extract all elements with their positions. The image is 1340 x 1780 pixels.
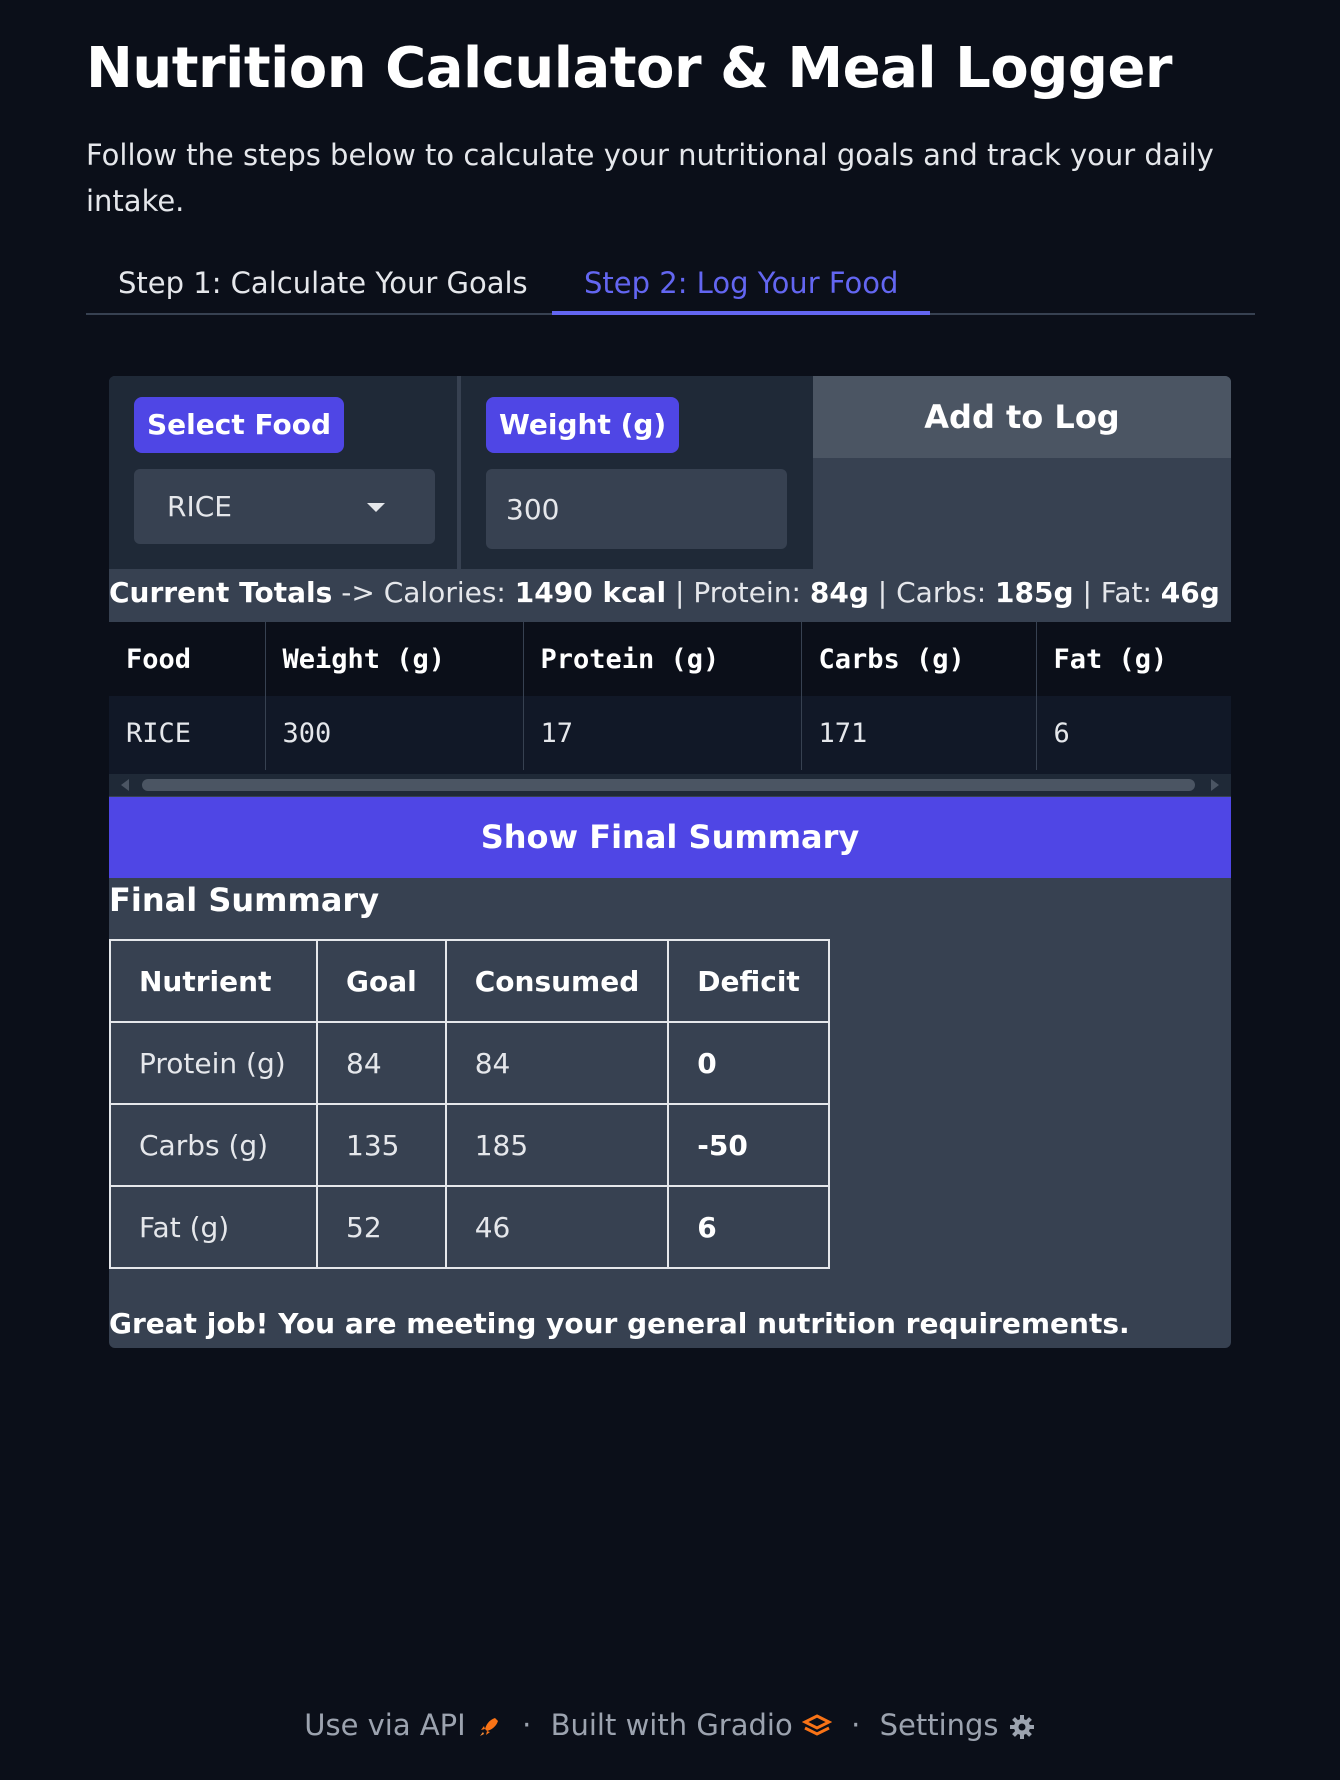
scrollbar-thumb[interactable] xyxy=(142,779,1195,791)
column-header[interactable]: Weight (g) xyxy=(265,622,524,696)
final-summary-heading: Final Summary xyxy=(109,881,380,919)
totals-carbs: 185g xyxy=(995,576,1074,609)
column-header: Nutrient xyxy=(109,939,318,1023)
table-cell: -50 xyxy=(667,1103,830,1187)
tab-calculate-goals[interactable]: Step 1: Calculate Your Goals xyxy=(118,258,528,315)
final-summary-table: Nutrient Goal Consumed Deficit Protein (… xyxy=(109,939,830,1269)
page-title: Nutrition Calculator & Meal Logger xyxy=(86,36,1173,101)
food-select-block: Select Food RICE xyxy=(109,376,459,569)
table-cell: Protein (g) xyxy=(109,1021,318,1105)
built-with-gradio-label: Built with Gradio xyxy=(550,1708,793,1742)
weight-input[interactable] xyxy=(486,469,787,549)
gradio-logo-icon xyxy=(801,1714,832,1736)
gear-icon xyxy=(1009,1715,1034,1739)
page: Nutrition Calculator & Meal Logger Follo… xyxy=(0,0,1340,1780)
totals-fat-label: | Fat: xyxy=(1073,576,1161,609)
column-header: Consumed xyxy=(444,939,670,1023)
rocket-icon xyxy=(479,1718,498,1736)
totals-prefix: Current Totals xyxy=(109,576,333,609)
table-cell[interactable]: RICE xyxy=(109,696,266,770)
use-via-api-label: Use via API xyxy=(304,1708,466,1742)
column-header[interactable]: Fat (g) xyxy=(1036,622,1231,696)
table-cell: 46 xyxy=(444,1185,670,1269)
built-with-gradio-link[interactable]: Built with Gradio xyxy=(551,1708,842,1742)
table-cell: Carbs (g) xyxy=(109,1103,318,1187)
scroll-left-icon[interactable] xyxy=(121,779,129,791)
summary-message: Great job! You are meeting your general … xyxy=(109,1307,1130,1340)
food-log-table-wrapper: Food Weight (g) Protein (g) Carbs (g) Fa… xyxy=(109,622,1231,774)
food-log-table: Food Weight (g) Protein (g) Carbs (g) Fa… xyxy=(109,622,1231,770)
table-cell: 84 xyxy=(444,1021,670,1105)
scroll-right-icon[interactable] xyxy=(1211,779,1219,791)
page-subtitle: Follow the steps below to calculate your… xyxy=(86,138,1214,218)
column-header: Goal xyxy=(316,939,447,1023)
table-row: RICE 300 17 171 6 xyxy=(109,696,1231,770)
weight-block: Weight (g) xyxy=(461,376,813,569)
footer-separator: · xyxy=(851,1708,861,1742)
horizontal-scrollbar[interactable] xyxy=(109,774,1231,796)
table-header-row: Nutrient Goal Consumed Deficit xyxy=(109,939,830,1023)
totals-fat: 46g xyxy=(1160,576,1220,609)
chevron-down-icon xyxy=(367,503,385,512)
table-cell: 6 xyxy=(667,1185,830,1269)
footer: Use via API · Built with Gradio · Settin… xyxy=(0,1708,1340,1742)
table-header-row: Food Weight (g) Protein (g) Carbs (g) Fa… xyxy=(109,622,1231,696)
tab-log-food[interactable]: Step 2: Log Your Food xyxy=(552,258,931,315)
column-header[interactable]: Carbs (g) xyxy=(801,622,1037,696)
totals-protein: 84g xyxy=(809,576,869,609)
table-cell: Fat (g) xyxy=(109,1185,318,1269)
table-cell[interactable]: 17 xyxy=(523,696,802,770)
add-to-log-button[interactable]: Add to Log xyxy=(813,376,1231,458)
table-cell: 84 xyxy=(316,1021,447,1105)
totals-calories: 1490 kcal xyxy=(514,576,667,609)
food-select-value: RICE xyxy=(167,490,232,523)
settings-link[interactable]: Settings xyxy=(880,1708,1036,1742)
footer-separator: · xyxy=(522,1708,532,1742)
settings-label: Settings xyxy=(879,1708,999,1742)
food-select-label: Select Food xyxy=(134,397,344,453)
table-cell: 0 xyxy=(667,1021,830,1105)
table-cell: 135 xyxy=(316,1103,447,1187)
table-row: Fat (g) 52 46 6 xyxy=(109,1185,830,1269)
totals-calories-label: -> Calories: xyxy=(332,576,515,609)
tab-bar: Step 1: Calculate Your Goals Step 2: Log… xyxy=(86,258,1255,315)
table-row: Carbs (g) 135 185 -50 xyxy=(109,1103,830,1187)
table-cell: 52 xyxy=(316,1185,447,1269)
table-cell[interactable]: 171 xyxy=(801,696,1037,770)
table-cell: 185 xyxy=(444,1103,670,1187)
column-header[interactable]: Food xyxy=(109,622,266,696)
column-header[interactable]: Protein (g) xyxy=(523,622,802,696)
current-totals: Current Totals -> Calories: 1490 kcal | … xyxy=(109,576,1231,609)
use-via-api-link[interactable]: Use via API xyxy=(304,1708,512,1742)
show-final-summary-button[interactable]: Show Final Summary xyxy=(109,797,1231,878)
totals-carbs-label: | Carbs: xyxy=(868,576,996,609)
weight-label: Weight (g) xyxy=(486,397,680,453)
food-select-dropdown[interactable]: RICE xyxy=(134,469,435,544)
totals-protein-label: | Protein: xyxy=(666,576,810,609)
column-header: Deficit xyxy=(667,939,830,1023)
table-cell[interactable]: 6 xyxy=(1036,696,1231,770)
log-panel: Select Food RICE Weight (g) Add to Log C… xyxy=(109,376,1231,1348)
table-cell[interactable]: 300 xyxy=(265,696,524,770)
table-row: Protein (g) 84 84 0 xyxy=(109,1021,830,1105)
